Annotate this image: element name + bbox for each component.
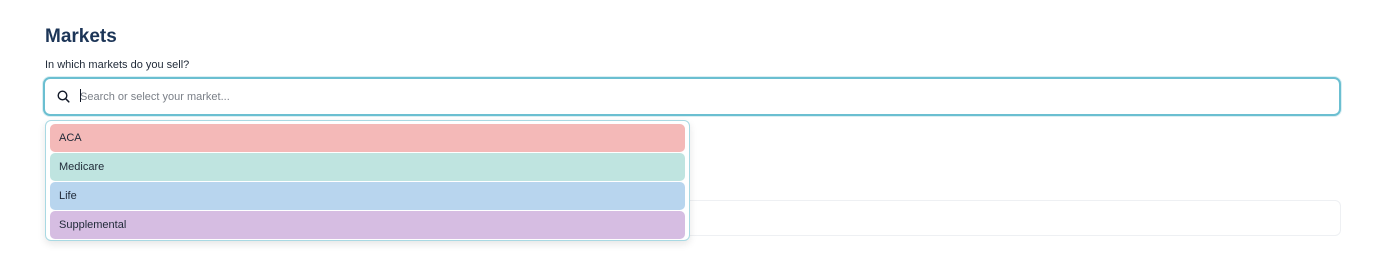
search-icon [56,89,71,104]
section-subtitle: In which markets do you sell? [45,59,190,71]
option-life[interactable]: Life [50,182,685,210]
option-supplemental[interactable]: Supplemental [50,211,685,239]
market-dropdown: ACA Medicare Life Supplemental [45,120,690,241]
option-aca[interactable]: ACA [50,124,685,152]
text-caret [80,89,81,102]
market-search-input[interactable] [80,79,1320,114]
market-search-field[interactable] [43,77,1341,116]
option-medicare[interactable]: Medicare [50,153,685,181]
background-field [660,200,1341,236]
section-title: Markets [45,26,117,47]
